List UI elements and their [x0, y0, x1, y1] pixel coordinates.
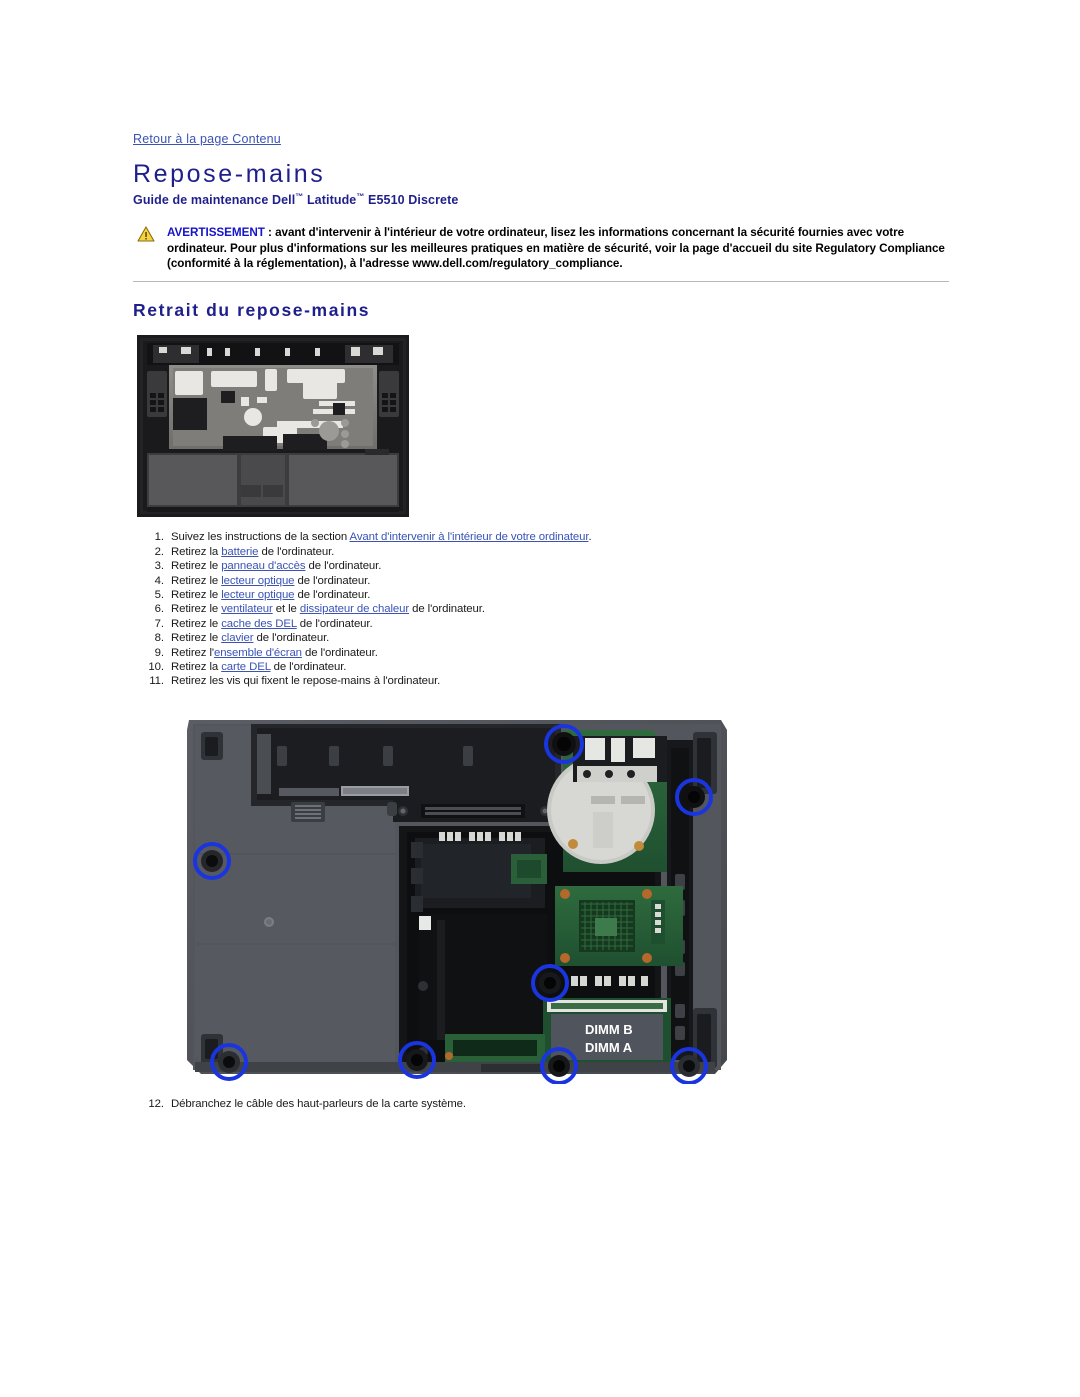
final-step-list: Débranchez le câble des haut-parleurs de…: [133, 1098, 953, 1112]
step-6-post: de l'ordinateur.: [409, 603, 485, 616]
subtitle-prefix: Guide de maintenance Dell: [133, 193, 296, 208]
step-2: Retirez la batterie de l'ordinateur.: [167, 546, 953, 560]
step-6-link[interactable]: ventilateur: [221, 603, 273, 615]
palm-rest-figure: [137, 335, 953, 518]
step-7-post: de l'ordinateur.: [296, 617, 373, 630]
step-1-post: .: [588, 531, 592, 544]
step-10-pre: Retirez la: [171, 661, 222, 674]
dimm-b-label: DIMM B: [585, 1022, 633, 1037]
step-7: Retirez le cache des DEL de l'ordinateur…: [167, 618, 953, 632]
step-9: Retirez l'ensemble d'écran de l'ordinate…: [167, 647, 953, 661]
step-3-post: de l'ordinateur.: [305, 560, 382, 573]
step-4-pre: Retirez le: [171, 574, 222, 587]
horizontal-divider: [133, 281, 949, 283]
step-8-post: de l'ordinateur.: [253, 632, 330, 645]
step-9-post: de l'ordinateur.: [301, 646, 378, 659]
step-8-pre: Retirez le: [171, 632, 222, 645]
palm-rest-photo: [137, 335, 409, 518]
warning-label: AVERTISSEMENT: [167, 226, 265, 240]
page-content: Retour à la page Contenu Repose-mains Gu…: [133, 130, 953, 1112]
step-2-post: de l'ordinateur.: [258, 545, 335, 558]
step-11-pre: Retirez les vis qui fixent le repose-mai…: [171, 675, 441, 688]
step-6-mid: et le: [272, 603, 300, 616]
step-8: Retirez le clavier de l'ordinateur.: [167, 632, 953, 646]
step-4: Retirez le lecteur optique de l'ordinate…: [167, 575, 953, 589]
step-2-link[interactable]: batterie: [221, 546, 258, 558]
laptop-base-figure: DIMM B DIMM A: [181, 703, 953, 1084]
document-page: Retour à la page Contenu Repose-mains Gu…: [0, 0, 1080, 1397]
step-5-pre: Retirez le: [171, 589, 222, 601]
warning-callout: AVERTISSEMENT : avant d'intervenir à l'i…: [135, 225, 957, 271]
back-to-contents-link[interactable]: Retour à la page Contenu: [133, 132, 281, 146]
step-10-link[interactable]: carte DEL: [221, 661, 270, 673]
step-12: Débranchez le câble des haut-parleurs de…: [167, 1098, 953, 1112]
step-5-link[interactable]: lecteur optique: [221, 589, 294, 601]
step-3-pre: Retirez le: [171, 560, 222, 573]
step-6-link-2[interactable]: dissipateur de chaleur: [300, 603, 409, 615]
step-7-link[interactable]: cache des DEL: [221, 618, 297, 630]
step-11: Retirez les vis qui fixent le repose-mai…: [167, 675, 953, 689]
step-10-post: de l'ordinateur.: [270, 661, 347, 674]
subtitle-mid: Latitude: [303, 193, 357, 208]
laptop-base-screws-photo: DIMM B DIMM A: [181, 703, 733, 1084]
step-6: Retirez le ventilateur et le dissipateur…: [167, 603, 953, 617]
step-7-pre: Retirez le: [171, 617, 222, 630]
step-5-post: de l'ordinateur.: [294, 589, 371, 601]
section-heading: Retrait du repose-mains: [133, 300, 371, 321]
subtitle-suffix: E5510 Discrete: [364, 193, 459, 208]
step-4-post: de l'ordinateur.: [294, 574, 371, 587]
step-9-link[interactable]: ensemble d'écran: [214, 647, 302, 659]
page-title: Repose-mains: [133, 160, 326, 188]
warning-body: : avant d'intervenir à l'intérieur de vo…: [167, 226, 945, 270]
step-3: Retirez le panneau d'accès de l'ordinate…: [167, 560, 953, 574]
dimm-a-label: DIMM A: [585, 1040, 633, 1055]
step-1: Suivez les instructions de la section Av…: [167, 531, 953, 545]
warning-text: AVERTISSEMENT : avant d'intervenir à l'i…: [167, 225, 957, 271]
page-subtitle: Guide de maintenance Dell™ Latitude™ E55…: [133, 192, 953, 207]
step-2-pre: Retirez la: [171, 545, 222, 558]
step-1-link[interactable]: Avant d'intervenir à l'intérieur de votr…: [350, 531, 589, 543]
step-5: Retirez le lecteur optique de l'ordinate…: [167, 589, 953, 603]
warning-triangle-icon: [137, 226, 155, 242]
step-8-link[interactable]: clavier: [221, 632, 253, 644]
step-12-text: Débranchez le câble des haut-parleurs de…: [171, 1097, 466, 1110]
step-4-link[interactable]: lecteur optique: [221, 575, 294, 587]
steps-list: Suivez les instructions de la section Av…: [133, 531, 953, 689]
step-10: Retirez la carte DEL de l'ordinateur.: [167, 661, 953, 675]
step-6-pre: Retirez le: [171, 603, 222, 616]
step-1-pre: Suivez les instructions de la section: [171, 531, 350, 544]
step-3-link[interactable]: panneau d'accès: [221, 560, 305, 572]
step-9-pre: Retirez l': [171, 646, 214, 659]
